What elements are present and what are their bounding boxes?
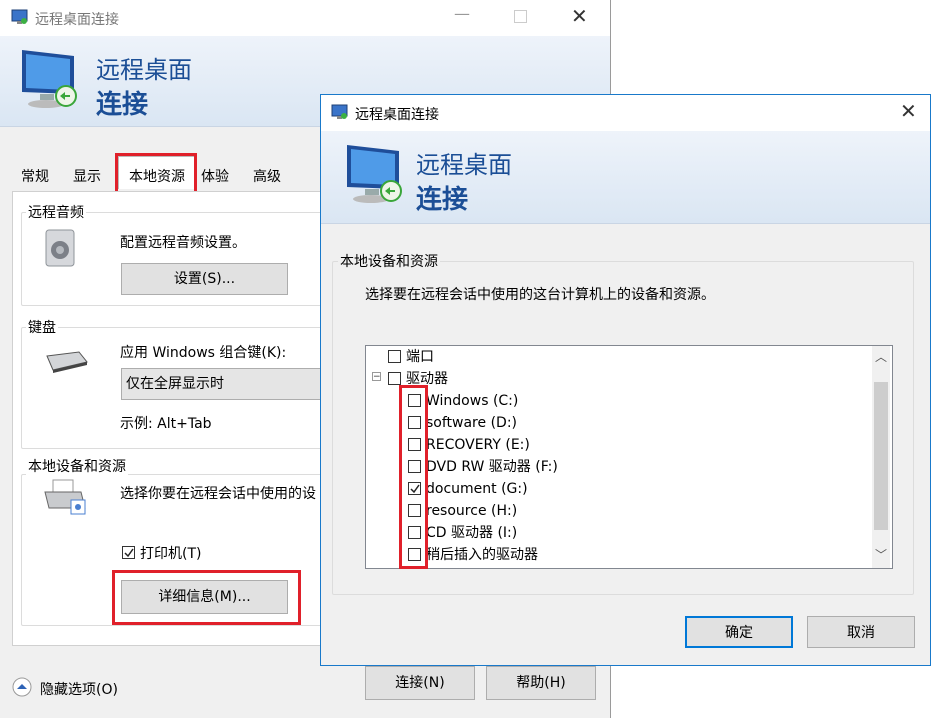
drive-label: RECOVERY (E:): [426, 437, 530, 453]
banner-subtitle: 连接: [96, 90, 149, 120]
keyboard-example: 示例: Alt+Tab: [120, 416, 212, 432]
tree-item-drive[interactable]: document (G:): [408, 478, 868, 500]
scrollbar-thumb[interactable]: [874, 382, 888, 530]
monitor-icon: [22, 50, 77, 108]
ok-button[interactable]: 确定: [685, 616, 793, 648]
audio-group-label: 远程音频: [26, 202, 86, 222]
banner-title: 远程桌面: [96, 56, 192, 84]
tree-item-drive[interactable]: DVD RW 驱动器 (F:): [408, 456, 868, 478]
tree-scrollbar[interactable]: ︿ ﹀: [872, 346, 890, 568]
dialog-banner-title: 远程桌面: [416, 151, 512, 179]
tree-item-drive[interactable]: Windows (C:): [408, 390, 868, 412]
cancel-button[interactable]: 取消: [807, 616, 915, 648]
local-devices-desc: 选择你要在远程会话中使用的设: [120, 486, 316, 502]
maximize-icon[interactable]: [514, 10, 527, 23]
connect-button[interactable]: 连接(N): [365, 666, 475, 700]
dialog-title: 远程桌面连接: [355, 107, 439, 123]
dialog-instruction: 选择要在远程会话中使用的这台计算机上的设备和资源。: [365, 287, 715, 303]
tab-advanced[interactable]: 高级: [244, 163, 290, 191]
title-bar: 远程桌面连接 — ✕: [0, 0, 610, 36]
collapse-icon[interactable]: −: [372, 372, 381, 382]
tree-item-drive[interactable]: 稍后插入的驱动器: [408, 544, 868, 566]
highlight-details: [112, 570, 301, 625]
dialog-group-label: 本地设备和资源: [338, 251, 440, 271]
tab-general[interactable]: 常规: [12, 163, 58, 191]
tree-item-drive[interactable]: resource (H:): [408, 500, 868, 522]
tree-item-drive[interactable]: CD 驱动器 (I:): [408, 522, 868, 544]
help-button[interactable]: 帮助(H): [486, 666, 596, 700]
scroll-down-icon[interactable]: ﹀: [872, 546, 890, 563]
tree-item-drive[interactable]: software (D:): [408, 412, 868, 434]
tree-item-drive[interactable]: RECOVERY (E:): [408, 434, 868, 456]
scroll-up-icon[interactable]: ︿: [872, 348, 890, 365]
ports-label: 端口: [406, 349, 434, 365]
device-tree[interactable]: 端口 − 驱动器 Windows (C:) software (D:) RECO…: [365, 345, 893, 569]
close-icon[interactable]: ✕: [571, 4, 588, 28]
drive-label: CD 驱动器 (I:): [426, 525, 518, 541]
drive-label: Windows (C:): [426, 393, 519, 409]
tab-experience[interactable]: 体验: [194, 163, 236, 191]
drive-label: document (G:): [426, 481, 528, 497]
keyboard-combo-select[interactable]: 仅在全屏显示时: [121, 368, 327, 400]
printer-checkbox[interactable]: [122, 546, 135, 559]
audio-settings-button[interactable]: 设置(S)...: [121, 263, 288, 295]
drives-checkbox[interactable]: [388, 372, 401, 385]
audio-desc: 配置远程音频设置。: [120, 235, 246, 251]
local-devices-dialog: 远程桌面连接 ✕ 远程桌面 连接 本地设备和资源 选择要在远程会话中使用的这台计…: [320, 94, 931, 666]
chevron-up-icon[interactable]: [12, 677, 32, 697]
dialog-banner: 远程桌面 连接: [321, 131, 930, 224]
keyboard-icon: [46, 351, 88, 373]
highlight-drive-checkboxes: [399, 385, 428, 569]
speaker-icon: [45, 229, 75, 267]
local-devices-group-label: 本地设备和资源: [26, 456, 128, 476]
dialog-banner-subtitle: 连接: [416, 185, 469, 215]
close-icon[interactable]: ✕: [900, 99, 917, 123]
ports-checkbox[interactable]: [388, 350, 401, 363]
tab-display[interactable]: 显示: [62, 163, 112, 191]
drive-label: resource (H:): [426, 503, 518, 519]
keyboard-group-label: 键盘: [26, 317, 58, 337]
remote-desktop-icon: [11, 9, 28, 24]
drive-label: 稍后插入的驱动器: [426, 547, 538, 563]
window-title: 远程桌面连接: [35, 12, 119, 28]
monitor-icon: [347, 145, 402, 203]
drive-label: software (D:): [426, 415, 517, 431]
dialog-title-bar: 远程桌面连接 ✕: [321, 95, 930, 131]
printer-label[interactable]: 打印机(T): [140, 543, 201, 563]
minimize-icon[interactable]: —: [454, 4, 470, 23]
printer-icon: [44, 479, 86, 515]
hide-options-label[interactable]: 隐藏选项(O): [40, 679, 118, 699]
keyboard-desc: 应用 Windows 组合键(K):: [120, 345, 287, 361]
drive-label: DVD RW 驱动器 (F:): [426, 459, 558, 475]
remote-desktop-icon: [331, 104, 348, 119]
